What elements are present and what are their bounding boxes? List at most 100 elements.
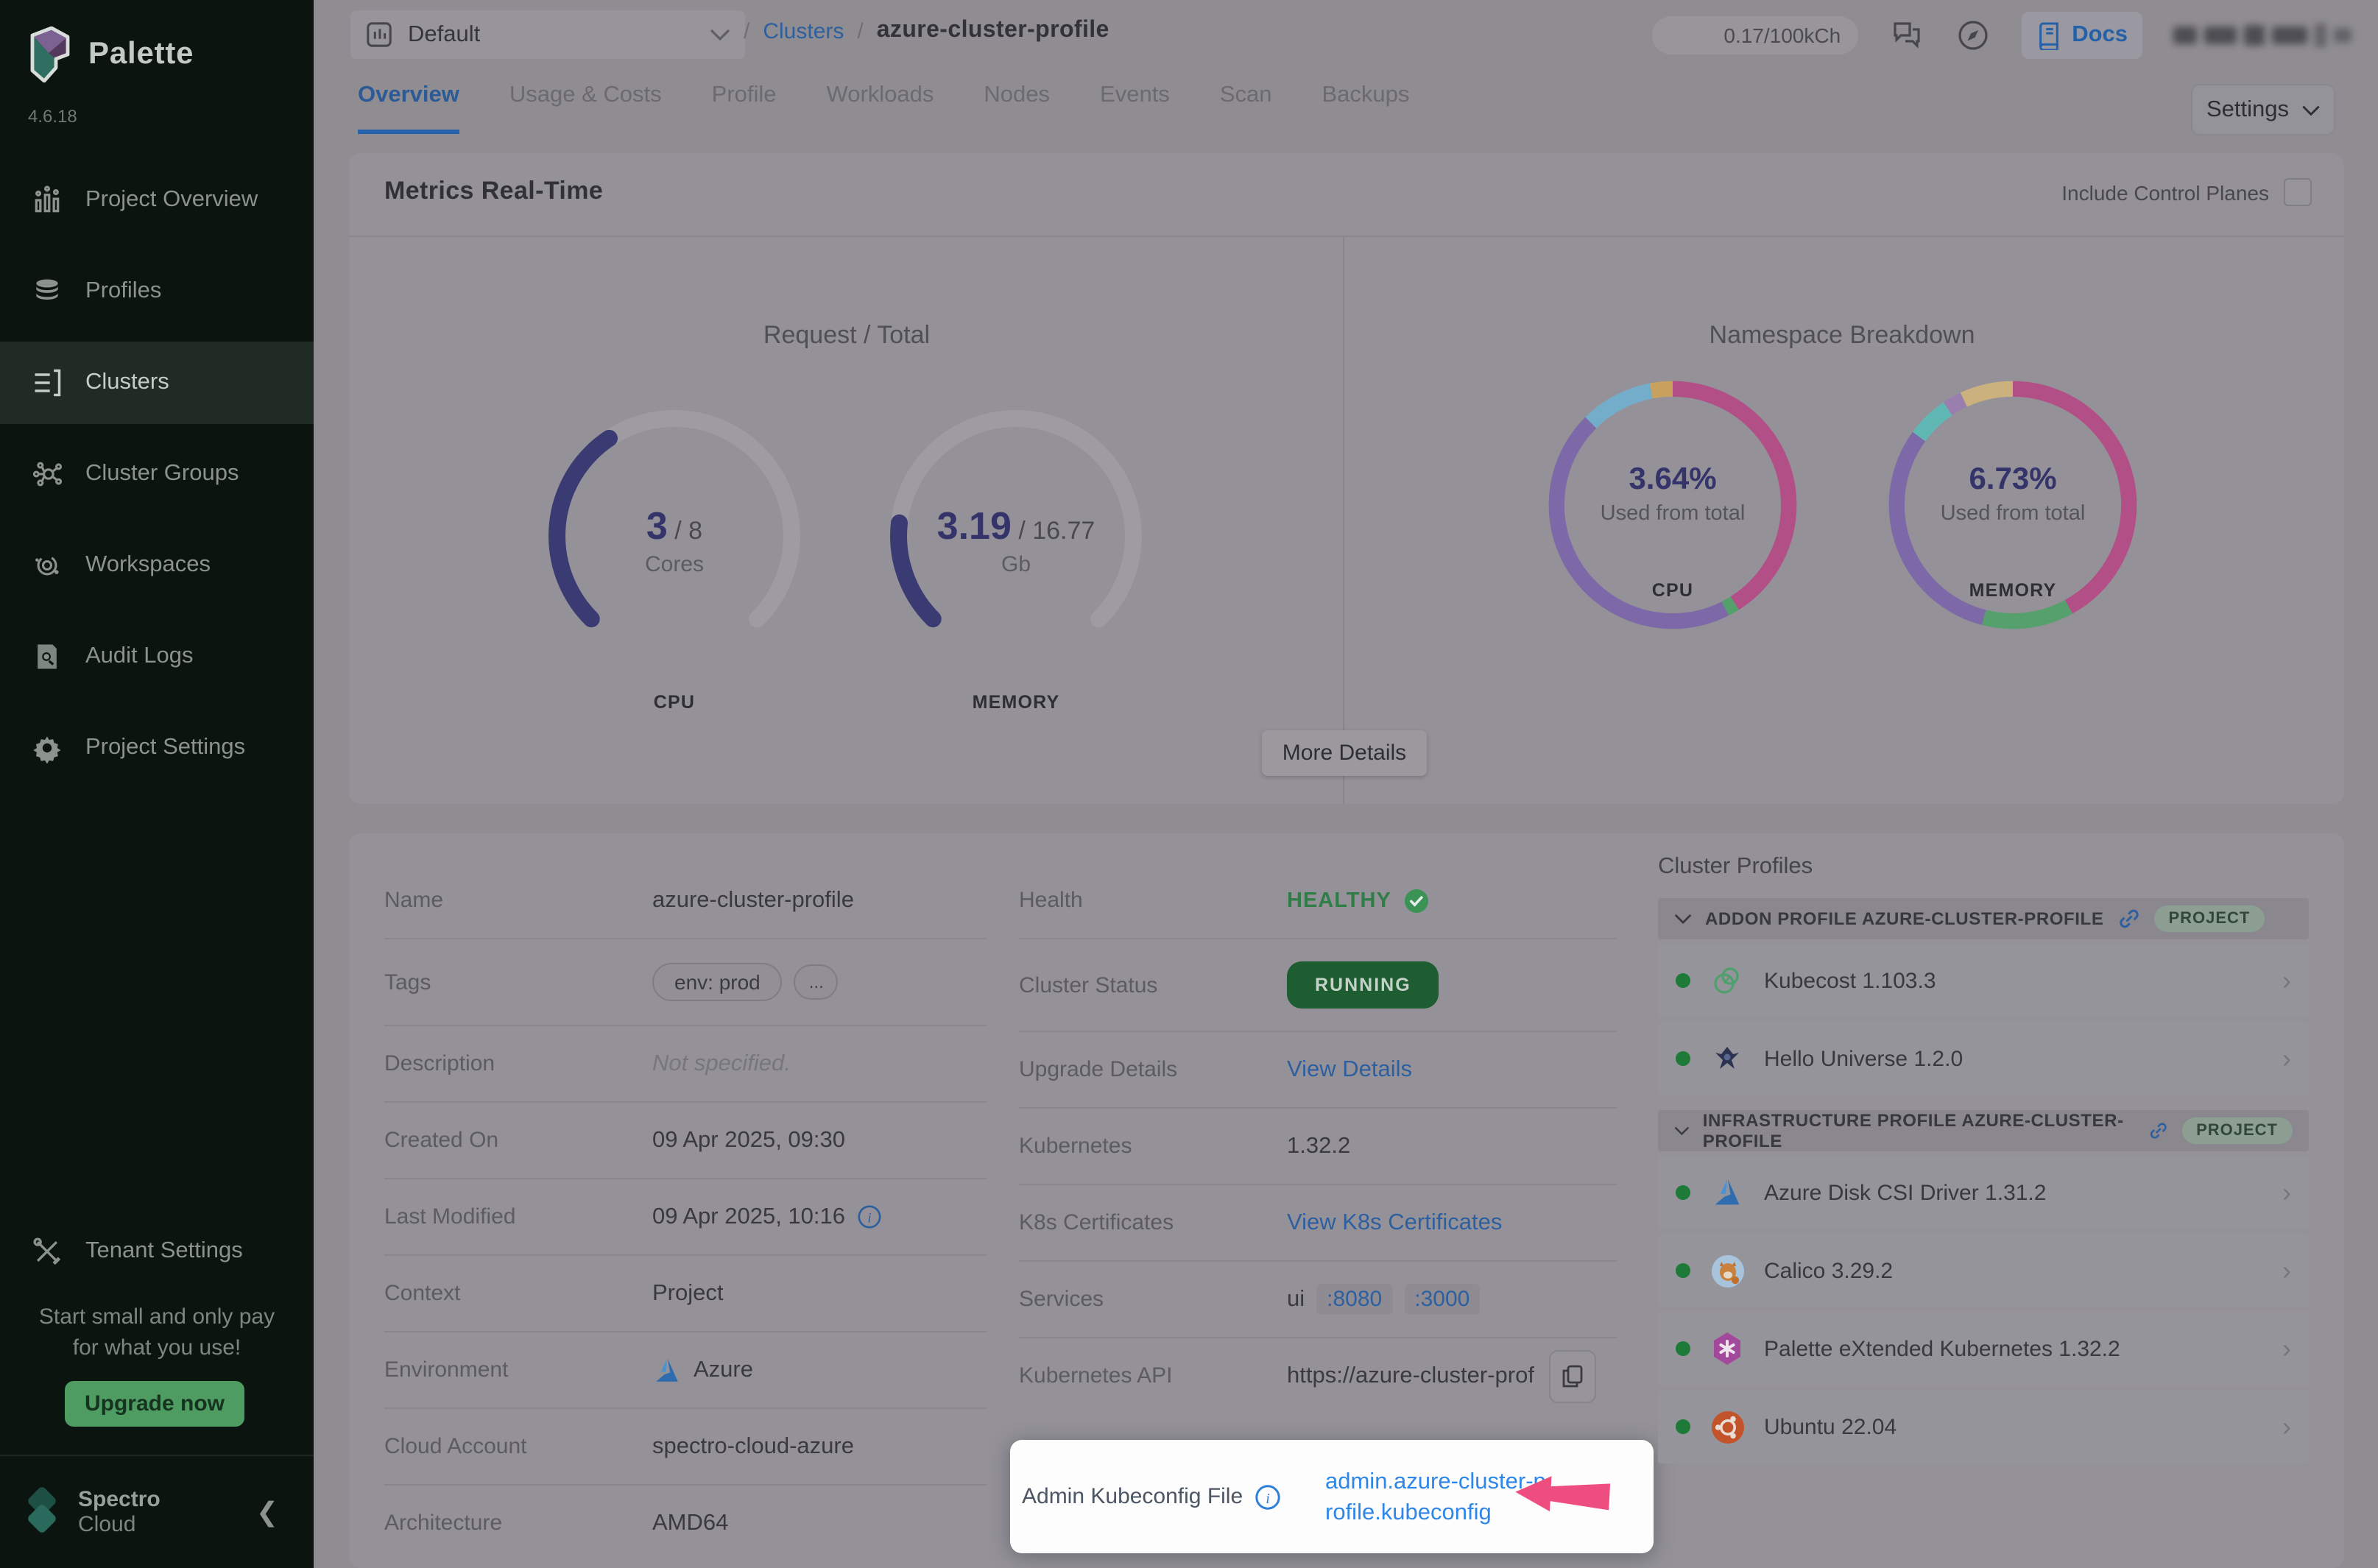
detail-row-name: Name azure-cluster-profile: [384, 863, 987, 939]
sidebar-footer: SpectroCloud ❮: [0, 1455, 314, 1568]
brand-line1: Spectro: [78, 1487, 160, 1512]
chevron-down-icon: [1674, 913, 1692, 925]
metrics-header: Metrics Real-Time Include Control Planes: [349, 153, 2344, 237]
sidebar-item-label: Profiles: [85, 278, 161, 305]
sidebar-item-project-settings[interactable]: Project Settings: [0, 707, 314, 789]
audit-doc-icon: [31, 640, 63, 673]
infrastructure-profile-header[interactable]: INFRASTRUCTURE PROFILE AZURE-CLUSTER-PRO…: [1658, 1110, 2309, 1151]
tab-nodes[interactable]: Nodes: [984, 82, 1050, 134]
detail-row-architecture: Architecture AMD64: [384, 1486, 987, 1561]
detail-row-upgrade-details: Upgrade Details View Details: [1019, 1032, 1617, 1109]
tab-overview[interactable]: Overview: [358, 82, 459, 134]
palette-logo: Palette: [27, 27, 194, 82]
include-control-planes-checkbox[interactable]: [2284, 178, 2312, 206]
sidebar-item-label: Audit Logs: [85, 643, 194, 670]
sidebar-tenant-section: Tenant Settings: [0, 1210, 314, 1293]
breadcrumb-link-clusters[interactable]: Clusters: [763, 18, 844, 43]
tab-usage-costs[interactable]: Usage & Costs: [509, 82, 662, 134]
chevron-right-icon: ›: [2282, 965, 2291, 996]
sidebar-item-label: Project Overview: [85, 187, 258, 213]
compass-icon[interactable]: [1955, 18, 1991, 53]
details-middle-column: Health HEALTHY Cluster Status RUNNING Up…: [1019, 863, 1617, 1413]
topbar-actions: 0.17/100kCh Docs: [1652, 12, 2351, 59]
tag-overflow-chip[interactable]: ...: [794, 964, 839, 1000]
breadcrumb-separator: /: [857, 18, 863, 43]
view-details-link[interactable]: View Details: [1287, 1056, 1617, 1083]
breadcrumb: / Clusters / azure-cluster-profile: [744, 18, 1109, 44]
service-port-link[interactable]: :8080: [1316, 1284, 1392, 1315]
service-port-link[interactable]: :3000: [1404, 1284, 1480, 1315]
main-area: Default / Clusters / azure-cluster-profi…: [314, 0, 2378, 1568]
info-icon[interactable]: i: [857, 1204, 882, 1229]
detail-row-tags: Tags env: prod ...: [384, 939, 987, 1026]
namespace-memory-center: 6.73% Used from total: [1941, 462, 2086, 526]
addon-profile-header[interactable]: ADDON PROFILE AZURE-CLUSTER-PROFILE PROJ…: [1658, 898, 2309, 939]
profile-layer-calico[interactable]: Calico 3.29.2 ›: [1658, 1234, 2309, 1307]
sidebar-item-profiles[interactable]: Profiles: [0, 250, 314, 333]
hello-universe-icon: [1710, 1041, 1745, 1076]
sidebar-menu: Project Overview Profiles Clusters: [0, 159, 314, 789]
app-window: Palette 4.6.18 Project Overview Profiles: [0, 0, 2378, 1568]
detail-row-cloud-account: Cloud Account spectro-cloud-azure: [384, 1409, 987, 1486]
cpu-gauge-value: 3 / 8 Cores: [645, 504, 704, 577]
link-icon: [2148, 1119, 2168, 1143]
view-k8s-certificates-link[interactable]: View K8s Certificates: [1287, 1209, 1617, 1236]
include-control-planes: Include Control Planes: [2061, 178, 2312, 206]
sidebar-item-audit-logs[interactable]: Audit Logs: [0, 615, 314, 698]
link-icon: [2117, 907, 2140, 930]
status-dot: [1676, 1051, 1690, 1066]
more-details-button[interactable]: More Details: [1262, 730, 1427, 776]
profile-layer-kubecost[interactable]: Kubecost 1.103.3 ›: [1658, 944, 2309, 1017]
info-icon[interactable]: i: [1255, 1483, 1281, 1510]
details-left-column: Name azure-cluster-profile Tags env: pro…: [384, 863, 987, 1561]
upgrade-promo-text: Start small and only pay for what you us…: [0, 1302, 314, 1363]
sidebar-item-project-overview[interactable]: Project Overview: [0, 159, 314, 241]
detail-row-k8s-certificates: K8s Certificates View K8s Certificates: [1019, 1185, 1617, 1262]
metrics-card: Metrics Real-Time Include Control Planes…: [349, 153, 2344, 804]
palette-logo-icon: [27, 27, 74, 82]
chevron-down-icon: [710, 21, 730, 48]
profile-layer-palette-extended-kubernetes[interactable]: Palette eXtended Kubernetes 1.32.2 ›: [1658, 1312, 2309, 1385]
cpu-gauge-label: CPU: [654, 692, 695, 713]
sidebar-item-cluster-groups[interactable]: Cluster Groups: [0, 433, 314, 515]
upgrade-now-button[interactable]: Upgrade now: [65, 1381, 244, 1427]
docs-label: Docs: [2072, 22, 2128, 49]
app-version: 4.6.18: [28, 106, 77, 127]
project-icon: [365, 21, 393, 49]
profile-layer-ubuntu[interactable]: Ubuntu 22.04 ›: [1658, 1390, 2309, 1463]
project-selector-dropdown[interactable]: Default: [350, 10, 745, 59]
detail-row-health: Health HEALTHY: [1019, 863, 1617, 939]
settings-button[interactable]: Settings: [2191, 84, 2335, 135]
sidebar-item-tenant-settings[interactable]: Tenant Settings: [0, 1210, 314, 1293]
admin-kubeconfig-row: Admin Kubeconfig File i admin.azure-clus…: [1010, 1440, 1654, 1553]
chevron-down-icon: [1674, 1125, 1690, 1137]
cluster-tabs-row: Overview Usage & Costs Profile Workloads…: [314, 71, 2378, 147]
tab-profile[interactable]: Profile: [712, 82, 777, 134]
profile-layer-hello-universe[interactable]: Hello Universe 1.2.0 ›: [1658, 1022, 2309, 1095]
account-menu-redacted[interactable]: [2173, 24, 2351, 47]
sidebar: Palette 4.6.18 Project Overview Profiles: [0, 0, 314, 1568]
usage-meter: 0.17/100kCh: [1652, 16, 1858, 54]
metrics-title: Metrics Real-Time: [384, 177, 603, 206]
tab-backups[interactable]: Backups: [1322, 82, 1410, 134]
sidebar-collapse-icon[interactable]: ❮: [256, 1497, 278, 1528]
tag-chip: env: prod: [652, 963, 783, 1001]
svg-text:i: i: [1266, 1490, 1270, 1506]
detail-row-kubernetes-api: Kubernetes API https://azure-cluster-pro…: [1019, 1338, 1617, 1413]
include-control-planes-label: Include Control Planes: [2061, 180, 2269, 204]
sidebar-item-label: Cluster Groups: [85, 461, 239, 487]
tab-scan[interactable]: Scan: [1220, 82, 1272, 134]
memory-gauge-value: 3.19 / 16.77 Gb: [937, 504, 1095, 577]
tab-events[interactable]: Events: [1100, 82, 1170, 134]
addon-profile-title: ADDON PROFILE AZURE-CLUSTER-PROFILE: [1705, 908, 2103, 929]
calico-icon: [1710, 1253, 1745, 1288]
docs-button[interactable]: Docs: [2022, 12, 2142, 59]
sidebar-item-clusters[interactable]: Clusters: [0, 342, 314, 424]
tab-workloads[interactable]: Workloads: [827, 82, 934, 134]
profile-layer-azure-disk-csi[interactable]: Azure Disk CSI Driver 1.31.2 ›: [1658, 1156, 2309, 1229]
chat-icon[interactable]: [1889, 18, 1924, 53]
copy-button[interactable]: [1549, 1349, 1596, 1402]
chevron-right-icon: ›: [2282, 1333, 2291, 1364]
sidebar-item-workspaces[interactable]: Workspaces: [0, 524, 314, 607]
project-badge: PROJECT: [2153, 905, 2265, 932]
